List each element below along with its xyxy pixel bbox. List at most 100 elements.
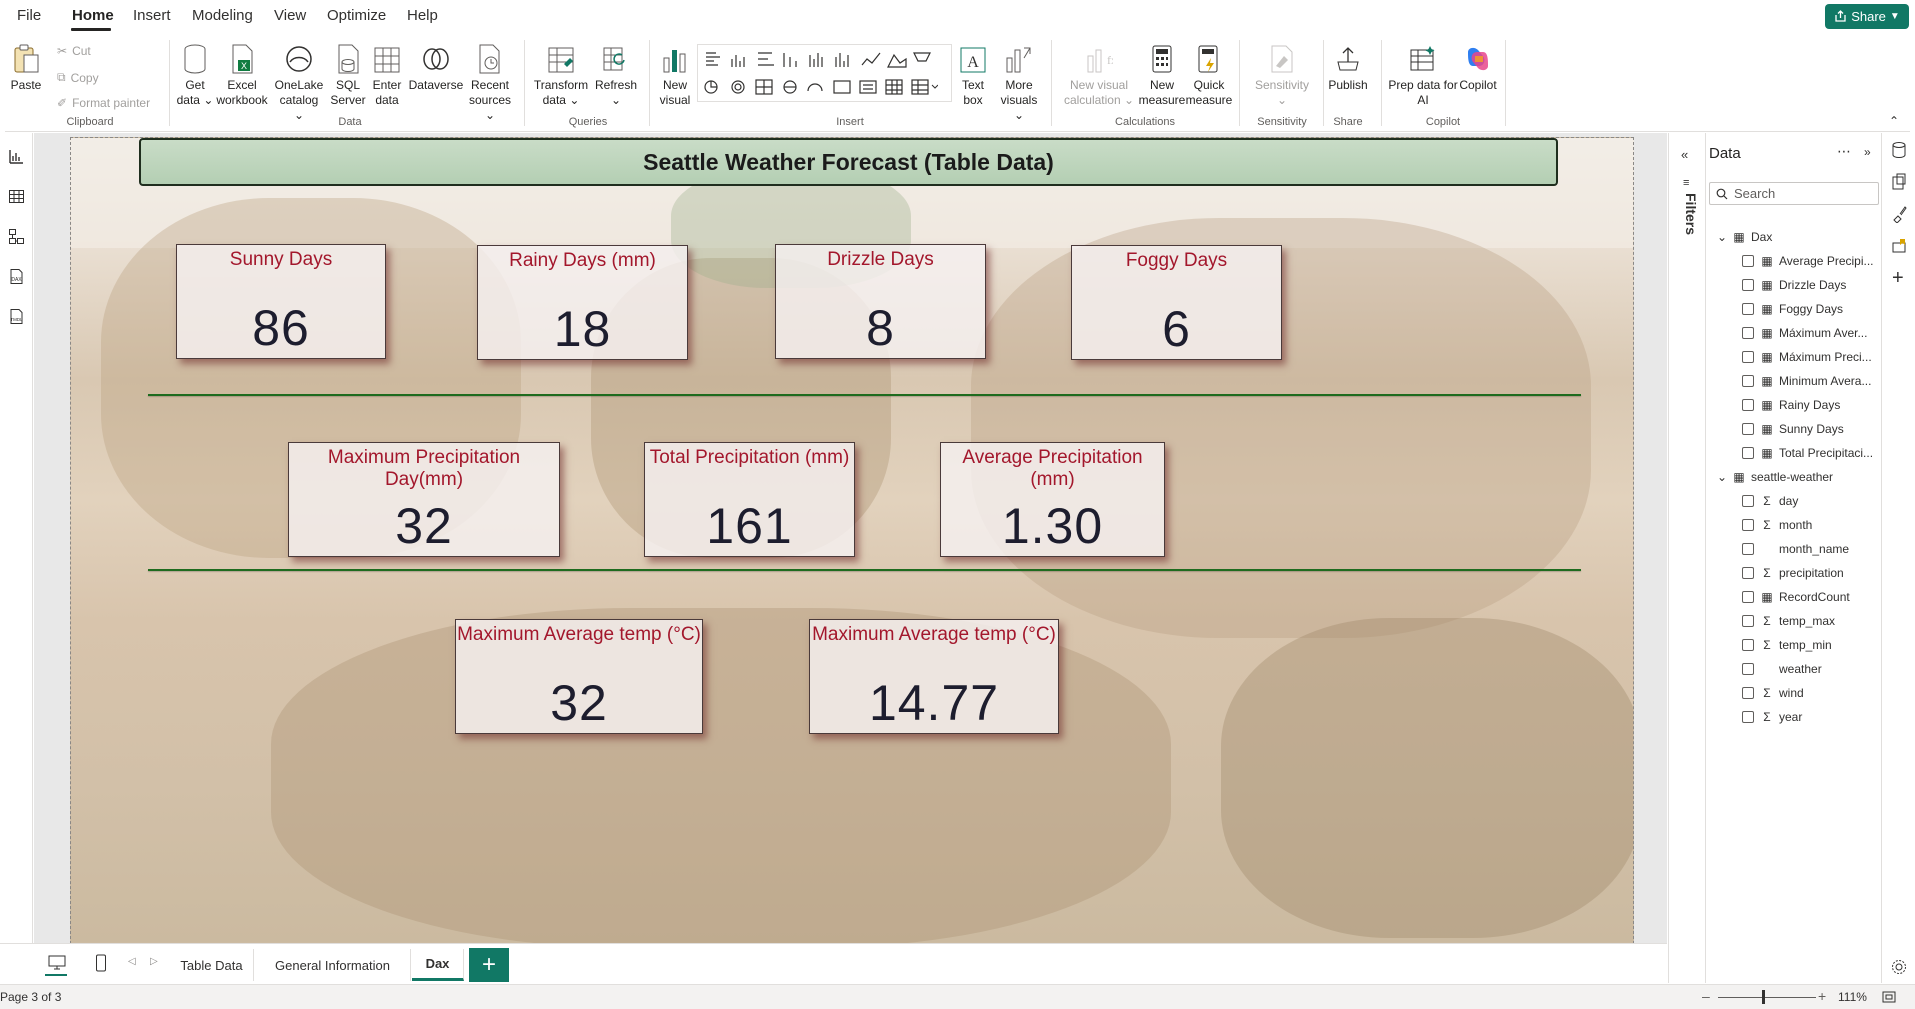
report-title[interactable]: Seattle Weather Forecast (Table Data) — [139, 138, 1558, 186]
format-painter-button[interactable]: ✐ Format painter — [57, 96, 150, 110]
menu-file[interactable]: File — [17, 7, 41, 24]
desktop-layout-icon[interactable] — [48, 955, 66, 971]
add-page-button[interactable]: + — [469, 948, 509, 982]
menu-optimize[interactable]: Optimize — [327, 7, 386, 24]
sensitivity-button[interactable]: Sensitivity ⌄ — [1247, 42, 1317, 108]
table-dax[interactable]: ⌄ ▦ Dax — [1717, 226, 1893, 248]
enter-data-button[interactable]: Enter data — [370, 42, 404, 108]
add-pane-icon[interactable]: + — [1892, 267, 1904, 290]
zoom-slider[interactable] — [1718, 997, 1816, 998]
get-data-button[interactable]: Get data ⌄ — [175, 42, 215, 108]
menu-home[interactable]: Home — [72, 7, 114, 24]
field-name: month — [1779, 518, 1813, 532]
field-checkbox[interactable] — [1742, 519, 1754, 531]
recent-sources-button[interactable]: Recent sources ⌄ — [464, 42, 516, 123]
copilot-button[interactable]: Copilot — [1453, 42, 1503, 93]
tab-dax[interactable]: Dax — [412, 949, 464, 981]
data-pane-icon[interactable] — [1891, 141, 1907, 159]
next-page-icon[interactable]: ▷ — [150, 956, 158, 967]
sql-server-button[interactable]: SQL Server — [330, 42, 366, 108]
model-view-icon[interactable] — [8, 228, 25, 245]
previous-page-icon[interactable]: ◁ — [128, 956, 136, 967]
field-checkbox[interactable] — [1742, 615, 1754, 627]
paste-button[interactable]: Paste — [11, 42, 41, 93]
card-average-precipitation[interactable]: Average Precipitation (mm) 1.30 — [940, 442, 1165, 557]
menu-insert[interactable]: Insert — [133, 7, 171, 24]
field-checkbox[interactable] — [1742, 663, 1754, 675]
copilot-icon — [1468, 47, 1488, 71]
publish-button[interactable]: Publish — [1323, 42, 1373, 93]
report-page[interactable]: Seattle Weather Forecast (Table Data) Su… — [70, 137, 1634, 944]
tmdl-view-icon[interactable]: TMDL — [8, 308, 25, 325]
field-checkbox[interactable] — [1742, 591, 1754, 603]
field-checkbox[interactable] — [1742, 327, 1754, 339]
search-input[interactable]: Search — [1709, 182, 1879, 205]
sigma-icon: Σ — [1763, 614, 1771, 628]
card-average-temp[interactable]: Maximum Average temp (°C) 14.77 — [809, 619, 1059, 734]
field-name: month_name — [1779, 542, 1850, 556]
field-checkbox[interactable] — [1742, 447, 1754, 459]
field-checkbox[interactable] — [1742, 639, 1754, 651]
format-brush-icon[interactable] — [1891, 205, 1907, 223]
more-options-icon[interactable]: ⋯ — [1837, 143, 1851, 160]
fit-to-page-icon[interactable] — [1882, 991, 1896, 1003]
onelake-catalog-button[interactable]: OneLake catalog ⌄ — [273, 42, 325, 123]
card-max-average-temp[interactable]: Maximum Average temp (°C) 32 — [455, 619, 703, 734]
dax-query-view-icon[interactable]: DAX — [8, 268, 25, 285]
svg-text:DAX: DAX — [11, 277, 22, 283]
field-checkbox[interactable] — [1742, 711, 1754, 723]
refresh-button[interactable]: Refresh ⌄ — [593, 42, 639, 108]
filters-pane-collapsed[interactable]: « ≡ Filters — [1668, 133, 1704, 983]
field-checkbox[interactable] — [1742, 687, 1754, 699]
menu-help[interactable]: Help — [407, 7, 438, 24]
card-total-precipitation[interactable]: Total Precipitation (mm) 161 — [644, 442, 855, 557]
field-checkbox[interactable] — [1742, 255, 1754, 267]
copy-icon: ⧉ — [57, 70, 66, 84]
chevron-right-icon[interactable]: » — [1864, 145, 1871, 159]
card-max-precipitation-day[interactable]: Maximum Precipitation Day(mm) 32 — [288, 442, 560, 557]
excel-workbook-button[interactable]: X Excel workbook — [216, 42, 268, 108]
bookmarks-icon[interactable] — [1891, 237, 1907, 255]
settings-gear-icon[interactable] — [1891, 959, 1907, 975]
field-checkbox[interactable] — [1742, 567, 1754, 579]
card-drizzle-days[interactable]: Drizzle Days 8 — [775, 244, 986, 359]
tab-general-information[interactable]: General Information — [255, 949, 411, 981]
new-visual-calculation-button[interactable]: fx New visualcalculation ⌄ — [1063, 42, 1135, 108]
text-box-button[interactable]: A Text box — [957, 42, 989, 108]
copy-button[interactable]: ⧉ Copy — [57, 70, 99, 85]
build-visual-icon[interactable] — [1891, 173, 1907, 191]
field-checkbox[interactable] — [1742, 279, 1754, 291]
field-checkbox[interactable] — [1742, 303, 1754, 315]
field-checkbox[interactable] — [1742, 375, 1754, 387]
field-checkbox[interactable] — [1742, 351, 1754, 363]
field-checkbox[interactable] — [1742, 399, 1754, 411]
new-visual-button[interactable]: New visual — [655, 42, 695, 108]
card-rainy-days[interactable]: Rainy Days (mm) 18 — [477, 245, 688, 360]
menu-modeling[interactable]: Modeling — [192, 7, 253, 24]
table-view-icon[interactable] — [8, 188, 25, 205]
table-seattle-weather[interactable]: ⌄ ▦ seattle-weather — [1717, 466, 1893, 488]
card-sunny-days[interactable]: Sunny Days 86 — [176, 244, 386, 359]
chevron-left-icon[interactable]: « — [1681, 147, 1688, 162]
get-data-label-2: data ⌄ — [176, 93, 214, 107]
visual-gallery[interactable] — [697, 44, 952, 102]
tab-table-data[interactable]: Table Data — [170, 949, 254, 981]
zoom-in-button[interactable]: + — [1818, 988, 1826, 1004]
more-visuals-button[interactable]: More visuals ⌄ — [995, 42, 1043, 123]
transform-data-button[interactable]: Transform data ⌄ — [532, 42, 590, 108]
cut-button[interactable]: ✂ Cut — [57, 44, 91, 58]
card-foggy-days[interactable]: Foggy Days 6 — [1071, 245, 1282, 360]
collapse-ribbon-icon[interactable]: ⌃ — [1889, 114, 1899, 128]
mobile-layout-icon[interactable] — [95, 954, 107, 972]
field-checkbox[interactable] — [1742, 423, 1754, 435]
quick-measure-button[interactable]: Quick measure — [1186, 42, 1232, 108]
field-checkbox[interactable] — [1742, 495, 1754, 507]
zoom-out-button[interactable]: – — [1702, 988, 1710, 1004]
field-checkbox[interactable] — [1742, 543, 1754, 555]
report-view-icon[interactable] — [8, 148, 25, 165]
share-button[interactable]: Share ▼ — [1825, 4, 1909, 29]
dataverse-button[interactable]: Dataverse — [407, 42, 465, 93]
new-measure-button[interactable]: New measure — [1139, 42, 1185, 108]
zoom-slider-thumb[interactable] — [1762, 990, 1765, 1004]
menu-view[interactable]: View — [274, 7, 306, 24]
